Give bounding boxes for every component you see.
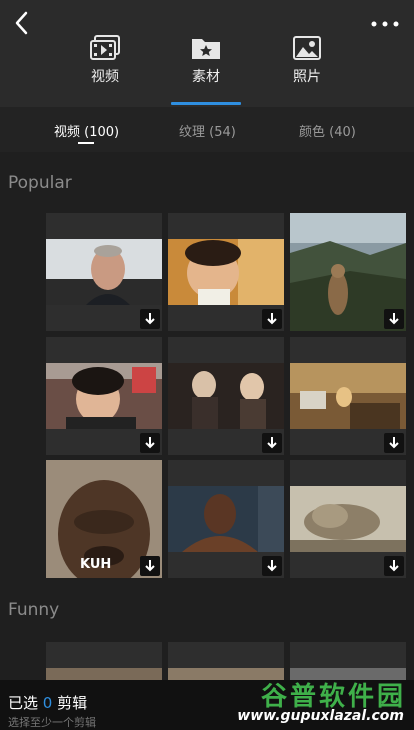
download-button[interactable] — [384, 309, 404, 329]
clip-thumbnail — [290, 486, 406, 552]
clip-tile[interactable] — [46, 213, 162, 331]
clip-tile[interactable] — [46, 337, 162, 455]
clip-caption: KUH — [80, 557, 112, 572]
tab-video[interactable]: 视频 (100) — [54, 121, 119, 140]
selection-prefix: 已选 — [8, 694, 39, 712]
download-icon — [145, 560, 155, 572]
category-photo[interactable]: 照片 — [267, 34, 347, 86]
download-icon — [145, 313, 155, 325]
clip-thumbnail — [46, 239, 162, 305]
download-button[interactable] — [262, 556, 282, 576]
download-icon — [389, 313, 399, 325]
clip-tile[interactable] — [290, 460, 406, 578]
selection-hint: 选择至少一个剪辑 — [8, 716, 96, 729]
watermark: 谷普软件园 www.gupuxlazal.com — [220, 676, 410, 730]
clip-thumbnail — [168, 486, 284, 552]
category-label: 素材 — [192, 69, 220, 85]
clip-thumbnail — [168, 363, 284, 429]
download-icon — [145, 437, 155, 449]
download-button[interactable] — [140, 433, 160, 453]
download-button[interactable] — [384, 433, 404, 453]
clip-thumbnail — [46, 668, 162, 680]
clip-thumbnail — [290, 363, 406, 429]
tab-color[interactable]: 颜色 (40) — [299, 121, 356, 140]
back-arrow-icon[interactable] — [10, 10, 36, 36]
clip-tile[interactable] — [46, 642, 162, 680]
category-material[interactable]: 素材 — [166, 34, 246, 86]
download-button[interactable] — [384, 556, 404, 576]
clip-tile[interactable] — [168, 337, 284, 455]
download-button[interactable] — [262, 433, 282, 453]
photo-icon — [293, 36, 321, 60]
star-folder-icon — [192, 39, 220, 59]
category-label: 视频 — [91, 69, 119, 85]
subtab-active-indicator — [78, 142, 94, 144]
selection-bar: 已选 0 剪辑 选择至少一个剪辑 谷普软件园 www.gupuxlazal.co… — [0, 680, 414, 730]
tab-texture[interactable]: 纹理 (54) — [179, 121, 236, 140]
clip-thumbnail — [46, 363, 162, 429]
download-button[interactable] — [140, 556, 160, 576]
download-button[interactable] — [140, 309, 160, 329]
selection-status: 已选 0 剪辑 — [8, 692, 87, 713]
section-title-funny: Funny — [8, 600, 60, 620]
selection-suffix: 剪辑 — [57, 694, 88, 712]
clip-tile[interactable] — [168, 213, 284, 331]
category-label: 照片 — [293, 69, 321, 85]
section-title-popular: Popular — [8, 173, 72, 193]
download-icon — [389, 560, 399, 572]
clip-tile[interactable] — [290, 213, 406, 331]
download-button[interactable] — [262, 309, 282, 329]
clip-tile[interactable] — [290, 337, 406, 455]
clip-tile[interactable] — [168, 460, 284, 578]
selection-count: 0 — [42, 694, 53, 712]
download-icon — [267, 313, 277, 325]
clip-tile[interactable] — [290, 642, 406, 680]
download-icon — [267, 437, 277, 449]
download-icon — [267, 560, 277, 572]
download-icon — [389, 437, 399, 449]
more-options-icon[interactable] — [368, 14, 402, 34]
top-bar: 视频 素材 照片 — [0, 0, 414, 107]
category-video[interactable]: 视频 — [65, 34, 145, 86]
clip-tile[interactable] — [168, 642, 284, 680]
clip-thumbnail — [168, 239, 284, 305]
subtab-bar: 视频 (100) 纹理 (54) 颜色 (40) — [0, 107, 414, 152]
video-film-icon — [90, 35, 120, 60]
watermark-url: www.gupuxlazal.com — [237, 708, 404, 724]
clip-tile[interactable]: KUH — [46, 460, 162, 578]
category-active-indicator — [171, 102, 241, 105]
